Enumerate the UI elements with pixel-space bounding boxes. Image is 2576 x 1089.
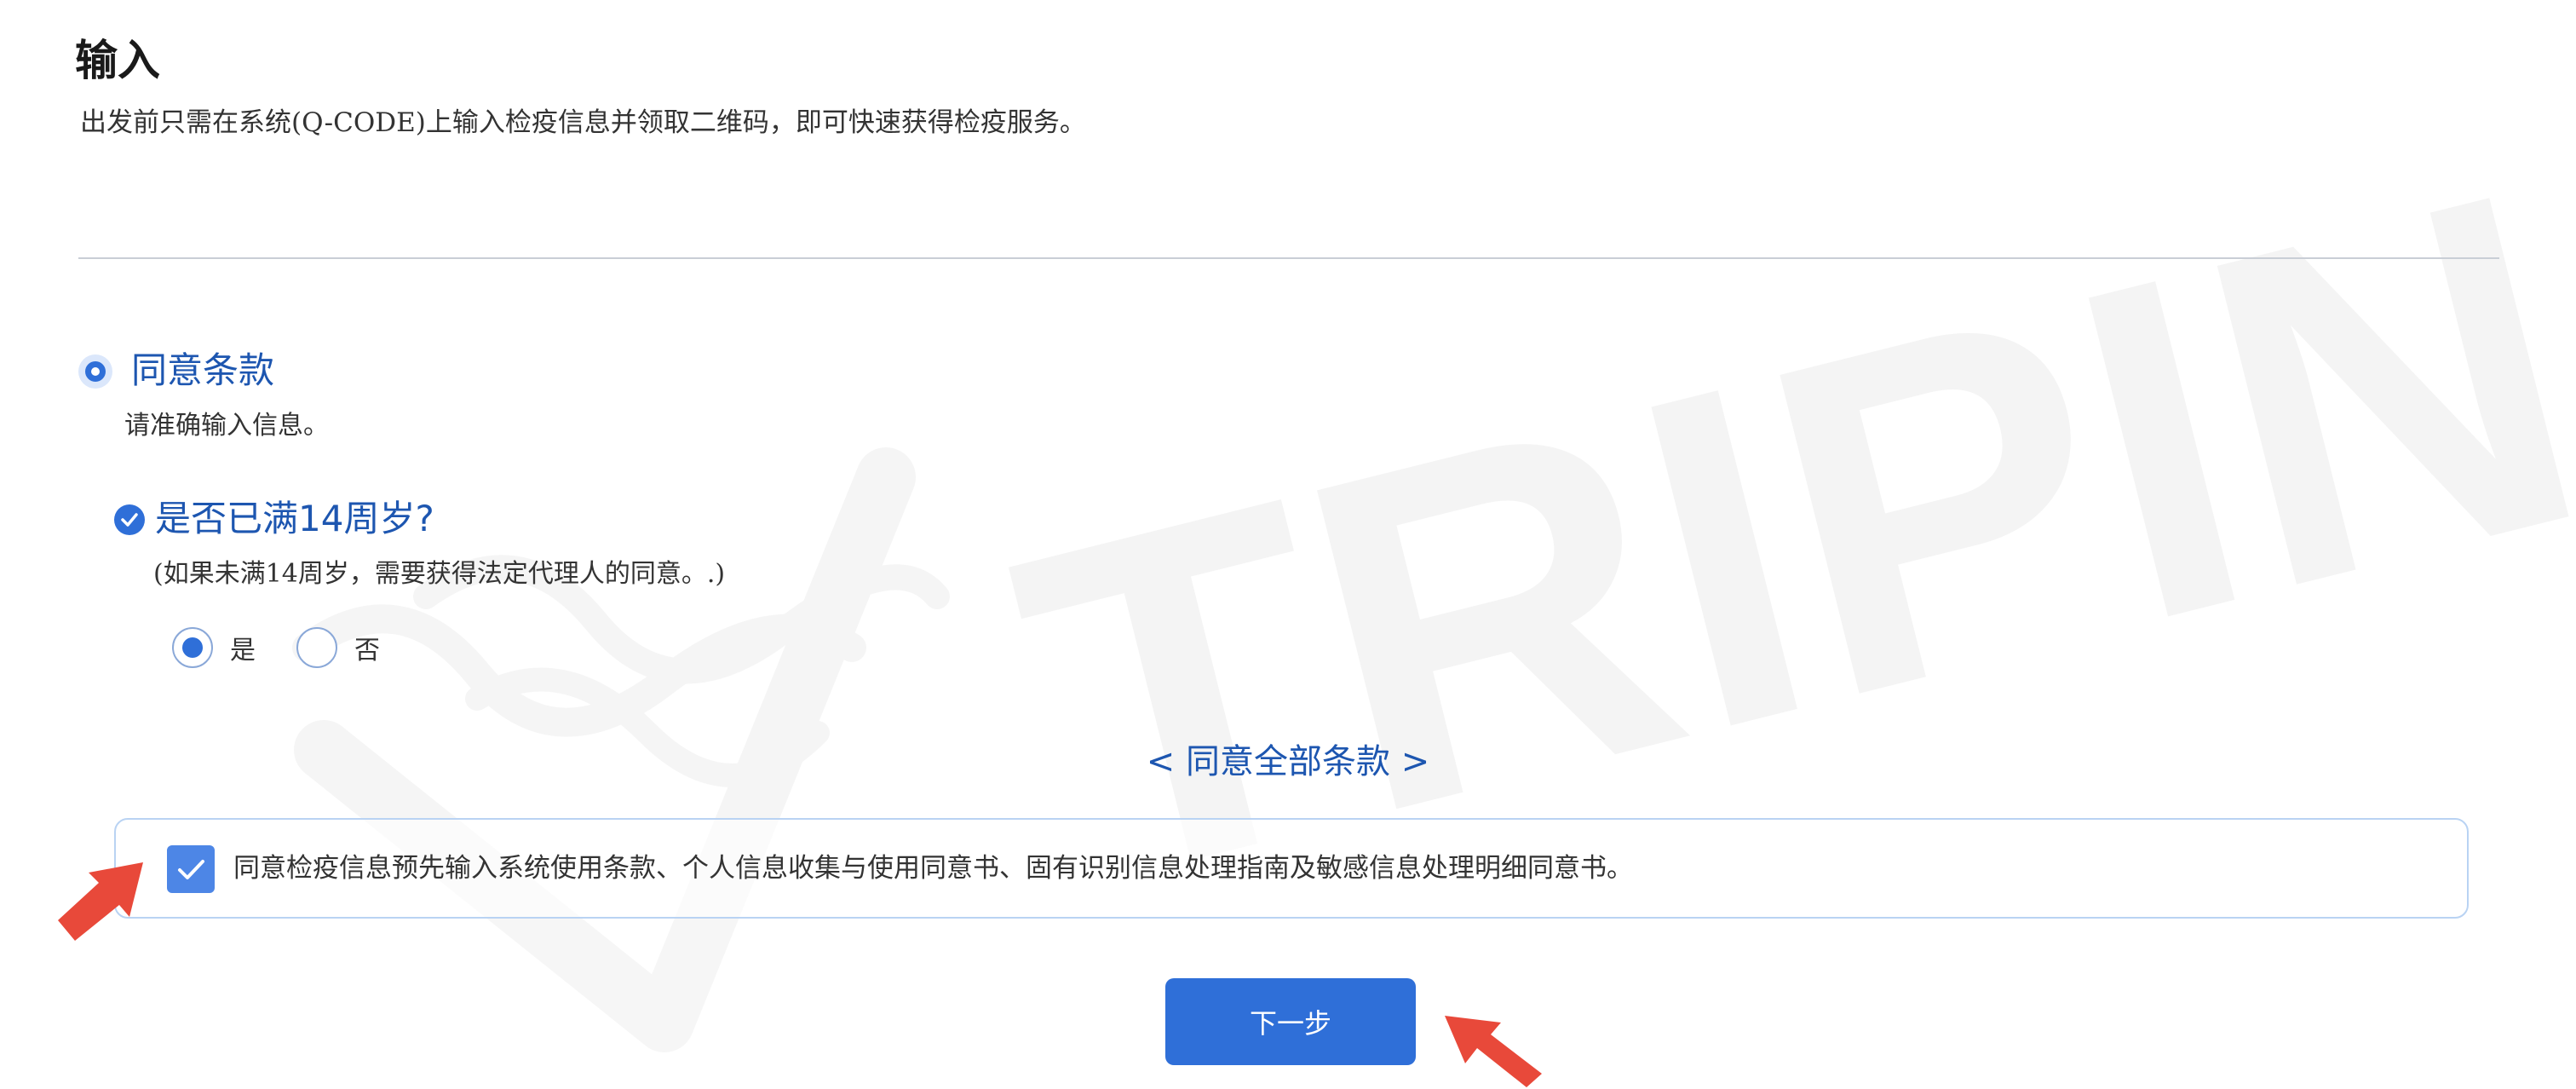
age-question-title: 是否已满14周岁? [155,498,434,539]
radio-yes[interactable] [172,627,213,668]
section-radio-icon [78,354,112,389]
tripin-watermark: TRIPIN [292,89,2576,1052]
consent-checkbox[interactable] [167,845,215,893]
section-title: 同意条款 [131,349,275,391]
section-subtitle: 请准确输入信息。 [124,411,329,441]
annotation-arrow-icon [58,862,143,941]
divider [78,257,2499,259]
consent-text: 同意检疫信息预先输入系统使用条款、个人信息收集与使用同意书、固有识别信息处理指南… [233,853,1633,884]
age-question-note: (如果未满14周岁，需要获得法定代理人的同意。.) [153,559,726,589]
page-title: 输入 [75,36,160,85]
age-option-no[interactable]: 否 [296,625,380,670]
radio-no[interactable] [296,627,337,668]
page-description: 出发前只需在系统(Q-CODE)上输入检疫信息并领取二维码，即可快速获得检疫服务… [80,107,1086,138]
checkmark-icon [178,860,204,879]
radio-no-label: 否 [354,636,380,666]
check-circle-icon [114,504,145,535]
age-option-yes[interactable]: 是 [172,625,256,670]
radio-yes-label: 是 [230,636,256,666]
agree-all-terms-link[interactable]: < 同意全部条款 > [0,738,2576,786]
next-button[interactable]: 下一步 [1165,978,1416,1065]
annotation-arrow-icon [1445,1016,1542,1087]
